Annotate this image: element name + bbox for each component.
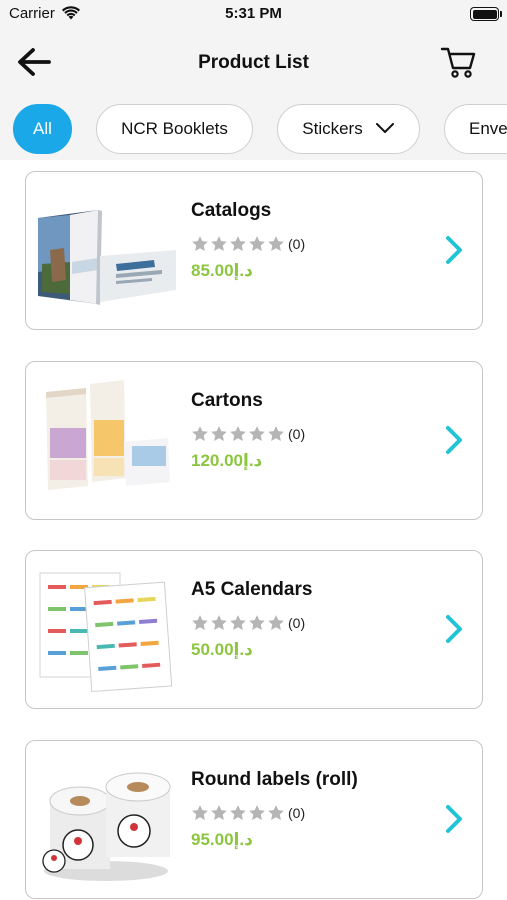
product-price: 120.00د.إ <box>191 451 263 470</box>
rating-stars <box>191 804 285 822</box>
chip-label: NCR Booklets <box>121 119 228 138</box>
clock: 5:31 PM <box>225 5 282 22</box>
product-card[interactable]: A5 Calendars (0) 50.00د.إ <box>25 550 483 709</box>
product-image-catalogs <box>36 184 181 319</box>
cart-button[interactable] <box>440 44 482 84</box>
category-filter: All NCR Booklets Stickers Envel <box>0 104 507 154</box>
product-price: 50.00د.إ <box>191 640 253 659</box>
star-icon <box>268 236 284 251</box>
product-image-calendars <box>36 563 181 698</box>
arrow-left-icon <box>18 48 51 76</box>
rating-stars <box>191 235 285 253</box>
star-icon <box>192 615 208 630</box>
back-button[interactable] <box>16 46 56 80</box>
product-card[interactable]: Cartons (0) 120.00د.إ <box>25 361 483 520</box>
product-card[interactable]: Catalogs (0) 85.00د.إ <box>25 171 483 330</box>
star-icon <box>249 805 265 820</box>
star-icon <box>249 426 265 441</box>
product-name: Round labels (roll) <box>191 769 358 790</box>
chevron-right-icon <box>444 235 464 265</box>
star-icon <box>230 236 246 251</box>
star-icon <box>192 805 208 820</box>
review-count: (0) <box>288 805 306 821</box>
chevron-right-icon <box>444 804 464 834</box>
product-card[interactable]: Round labels (roll) (0) 95.00د.إ <box>25 740 483 899</box>
status-bar: Carrier 5:31 PM <box>0 0 507 30</box>
product-price: 85.00د.إ <box>191 261 253 280</box>
chip-all[interactable]: All <box>13 104 72 154</box>
star-icon <box>230 805 246 820</box>
chip-label: All <box>33 119 52 138</box>
star-icon <box>211 236 227 251</box>
product-name: Cartons <box>191 390 263 411</box>
star-icon <box>211 426 227 441</box>
product-image-cartons <box>36 374 181 509</box>
chip-label: Stickers <box>302 119 363 138</box>
chevron-right-icon <box>444 425 464 455</box>
cart-icon <box>440 47 476 78</box>
star-icon <box>211 615 227 630</box>
rating-stars <box>191 425 285 443</box>
review-count: (0) <box>288 236 306 252</box>
star-icon <box>268 805 284 820</box>
product-name: A5 Calendars <box>191 579 313 600</box>
chip-stickers[interactable]: Stickers <box>277 104 420 154</box>
battery-icon <box>470 7 499 21</box>
nav-bar: Product List <box>0 36 507 90</box>
rating-stars <box>191 614 285 632</box>
product-name: Catalogs <box>191 200 272 221</box>
review-count: (0) <box>288 615 306 631</box>
star-icon <box>249 236 265 251</box>
star-icon <box>192 236 208 251</box>
chevron-down-icon <box>375 119 395 139</box>
chip-ncr-booklets[interactable]: NCR Booklets <box>96 104 253 154</box>
product-price: 95.00د.إ <box>191 830 253 849</box>
battery-tip <box>500 11 502 17</box>
chip-envelopes[interactable]: Envel <box>444 104 507 154</box>
chip-label: Envel <box>469 119 507 138</box>
star-icon <box>192 426 208 441</box>
chevron-right-icon <box>444 614 464 644</box>
star-icon <box>230 615 246 630</box>
star-icon <box>211 805 227 820</box>
star-icon <box>268 426 284 441</box>
star-icon <box>249 615 265 630</box>
star-icon <box>230 426 246 441</box>
star-icon <box>268 615 284 630</box>
page-title: Product List <box>198 52 309 73</box>
review-count: (0) <box>288 426 306 442</box>
product-image-round-labels <box>36 753 181 888</box>
